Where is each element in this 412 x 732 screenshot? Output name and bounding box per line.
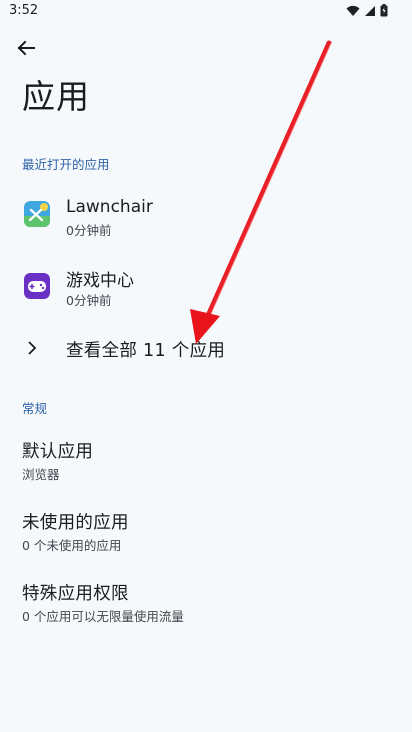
see-all-apps-button[interactable]: 查看全部 11 个应用 [0,328,412,372]
battery-icon [380,4,388,17]
app-name: Lawnchair [66,197,153,217]
pref-summary: 0 个未使用的应用 [22,538,122,553]
section-header-recent: 最近打开的应用 [22,157,110,172]
back-button[interactable] [10,32,42,64]
recent-app-game-center[interactable]: 游戏中心 0分钟前 [0,258,412,324]
signal-icon [365,5,375,16]
pref-title: 特殊应用权限 [22,584,129,604]
pref-summary: 浏览器 [22,467,60,482]
wifi-icon [346,5,360,16]
page-title: 应用 [22,77,90,116]
see-all-apps-label: 查看全部 11 个应用 [66,341,226,361]
pref-title: 默认应用 [22,442,94,462]
arrow-back-icon [17,40,35,56]
app-last-used: 0分钟前 [66,293,112,308]
unused-apps-item[interactable]: 未使用的应用 0 个未使用的应用 [0,509,412,569]
default-apps-item[interactable]: 默认应用 浏览器 [0,438,412,498]
pref-title: 未使用的应用 [22,513,129,533]
status-icons [346,4,388,17]
section-header-general: 常规 [22,401,48,416]
lawnchair-icon [24,201,50,227]
pref-summary: 0 个应用可以无限量使用流量 [22,609,184,624]
special-app-access-item[interactable]: 特殊应用权限 0 个应用可以无限量使用流量 [0,580,412,640]
status-time: 3:52 [9,3,39,18]
recent-app-lawnchair[interactable]: Lawnchair 0分钟前 [0,188,412,254]
chevron-right-icon [28,341,37,355]
game-center-icon [24,273,50,299]
app-name: 游戏中心 [66,271,134,291]
app-last-used: 0分钟前 [66,223,112,238]
